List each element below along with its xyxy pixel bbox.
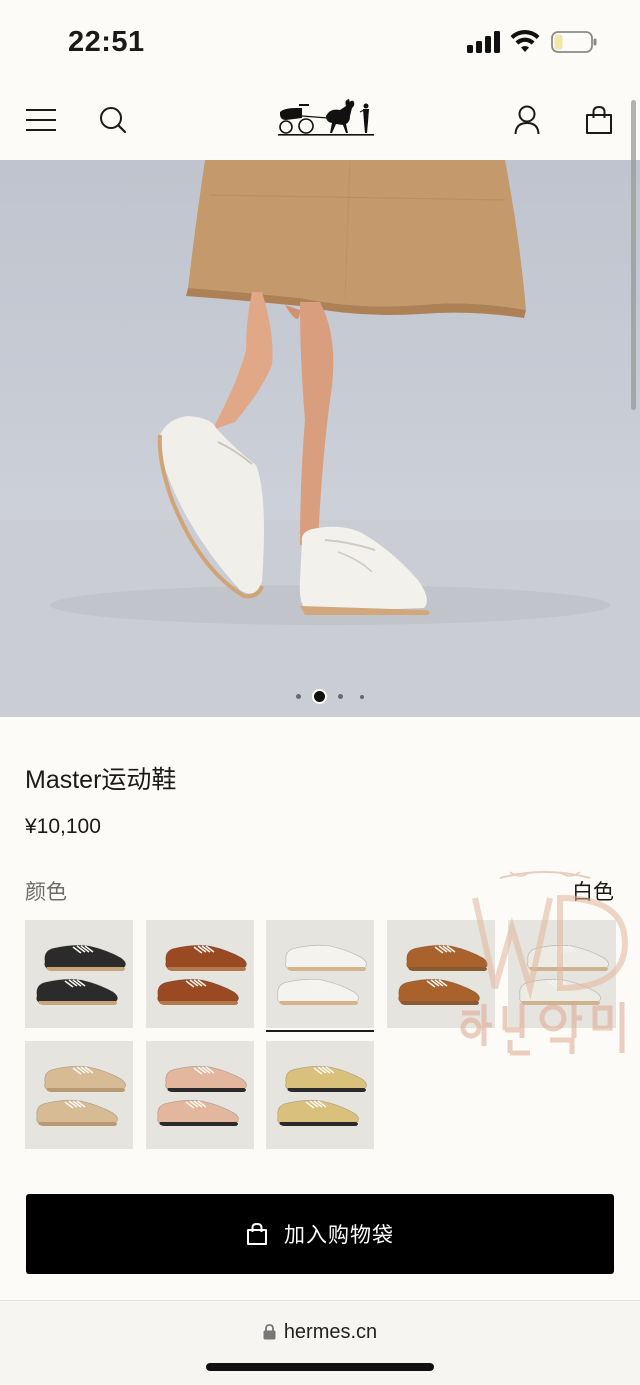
sneaker-thumbnail xyxy=(398,944,488,1005)
sneaker-thumbnail xyxy=(36,1065,126,1126)
shopping-bag-button[interactable] xyxy=(577,98,621,142)
color-swatch-tan[interactable] xyxy=(387,920,495,1028)
product-price: ¥10,100 xyxy=(25,815,101,838)
color-swatch-off-white[interactable] xyxy=(508,920,616,1028)
sneaker-thumbnail xyxy=(277,1065,367,1126)
color-swatch-black[interactable] xyxy=(25,920,133,1028)
product-title: Master运动鞋 xyxy=(25,766,177,794)
product-image-carousel[interactable] xyxy=(0,160,640,717)
selected-swatch-indicator xyxy=(266,1030,374,1032)
sneaker-thumbnail xyxy=(36,944,126,1005)
home-indicator[interactable] xyxy=(206,1363,434,1371)
lock-icon xyxy=(263,1324,276,1340)
product-hero-image xyxy=(0,160,640,717)
color-swatch-pink[interactable] xyxy=(146,1041,254,1149)
carousel-pagination xyxy=(0,691,640,703)
selected-color: 白色 xyxy=(572,881,614,904)
shopping-bag-icon xyxy=(586,105,612,134)
carousel-dot[interactable] xyxy=(338,694,343,699)
wifi-icon xyxy=(510,29,540,52)
color-label: 颜色 xyxy=(25,881,67,904)
color-swatch-white[interactable] xyxy=(266,920,374,1028)
color-swatch-yellow[interactable] xyxy=(266,1041,374,1149)
sneaker-thumbnail xyxy=(519,944,609,1005)
add-to-bag-button[interactable]: 加入购物袋 xyxy=(26,1194,614,1274)
search-button[interactable] xyxy=(91,98,135,142)
color-swatch-brown[interactable] xyxy=(146,920,254,1028)
sneaker-thumbnail xyxy=(277,944,367,1005)
status-bar: 22:51 xyxy=(0,0,640,80)
status-time: 22:51 xyxy=(68,26,145,58)
top-navigation xyxy=(0,80,640,160)
sneaker-thumbnail xyxy=(157,944,247,1005)
battery-icon xyxy=(551,31,597,53)
carousel-dot[interactable] xyxy=(360,695,364,699)
page-scrollbar[interactable] xyxy=(631,100,636,410)
browser-address-bar[interactable]: hermes.cn xyxy=(0,1300,640,1385)
url-text: hermes.cn xyxy=(283,1321,378,1343)
carousel-dot-active[interactable] xyxy=(314,691,325,702)
menu-icon xyxy=(26,109,56,131)
url-display[interactable]: hermes.cn xyxy=(0,1321,640,1344)
search-icon xyxy=(100,107,127,134)
sneaker-thumbnail xyxy=(157,1065,247,1126)
shopping-bag-icon xyxy=(247,1222,267,1245)
carousel-dot[interactable] xyxy=(296,694,301,699)
color-swatch-beige[interactable] xyxy=(25,1041,133,1149)
add-to-bag-label: 加入购物袋 xyxy=(284,1224,394,1247)
menu-button[interactable] xyxy=(19,98,63,142)
user-icon xyxy=(514,105,540,135)
hermes-carriage-logo[interactable] xyxy=(272,94,380,146)
cellular-signal-icon xyxy=(467,31,503,53)
account-button[interactable] xyxy=(505,98,549,142)
